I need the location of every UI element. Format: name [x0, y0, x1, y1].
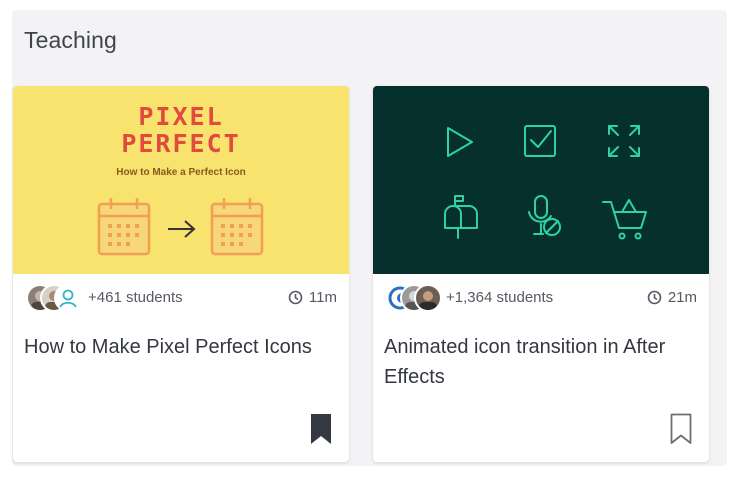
duration-text: 11m [308, 289, 337, 306]
arrow-right-icon [168, 220, 196, 238]
teaching-section: Teaching PIXEL PERFECT How to Make a Per… [12, 10, 727, 466]
avatar-placeholder-icon [54, 284, 82, 312]
student-count: +461 students [88, 289, 183, 306]
mailbox-icon [444, 195, 478, 239]
course-card[interactable]: PIXEL PERFECT How to Make a Perfect Icon [13, 86, 349, 462]
course-thumbnail[interactable]: PIXEL PERFECT How to Make a Perfect Icon [13, 86, 349, 274]
bookmark-filled-icon[interactable] [309, 413, 333, 445]
course-duration: 11m [288, 289, 337, 306]
student-count: +1,364 students [446, 289, 554, 306]
bookmark-outline-icon[interactable] [669, 413, 693, 445]
calendar-icon [210, 198, 264, 256]
section-title: Teaching [24, 27, 117, 53]
play-icon [447, 127, 473, 157]
course-title[interactable]: How to Make Pixel Perfect Icons [24, 332, 324, 362]
thumbnail-artwork [444, 125, 647, 240]
course-meta: +461 students 11m [13, 279, 349, 313]
thumbnail-artwork [97, 198, 264, 256]
course-duration: 21m [647, 289, 697, 306]
clock-icon [288, 290, 303, 305]
course-title[interactable]: Animated icon transition in After Effect… [384, 332, 684, 392]
duration-text: 21m [667, 289, 697, 306]
avatar [414, 284, 442, 312]
course-card[interactable]: +1,364 students 21m Animated icon transi… [373, 86, 709, 462]
mic-off-icon [528, 195, 561, 236]
cart-icon [602, 199, 647, 240]
calendar-icon [97, 198, 151, 256]
course-thumbnail[interactable] [373, 86, 709, 274]
clock-icon [647, 290, 662, 305]
course-meta: +1,364 students 21m [373, 279, 709, 313]
expand-icon [608, 125, 640, 157]
checkbox-icon [524, 125, 556, 157]
